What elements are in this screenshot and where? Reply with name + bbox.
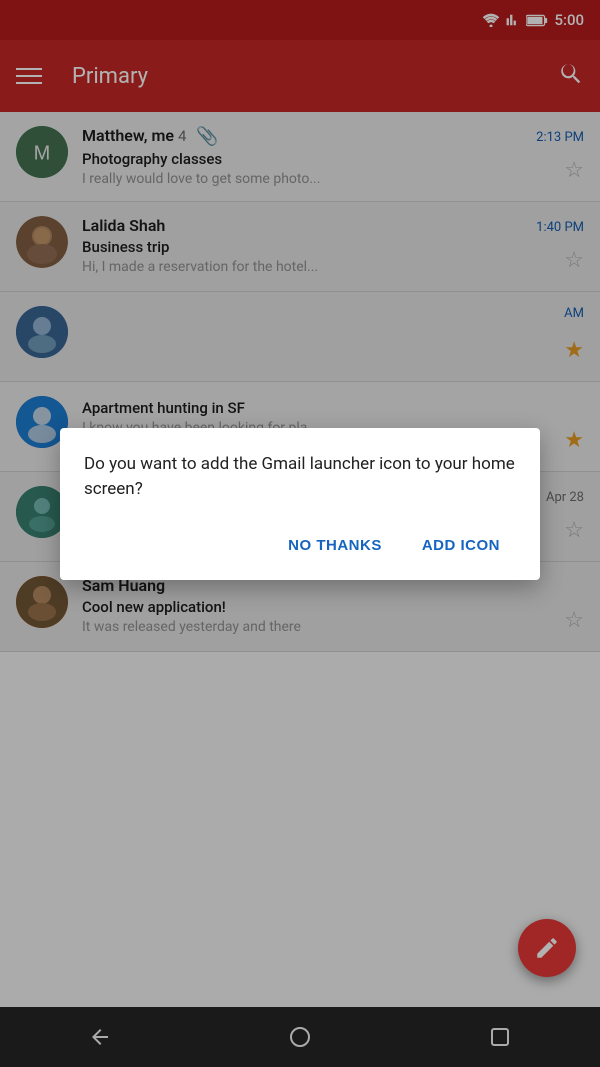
add-icon-button[interactable]: ADD ICON bbox=[406, 527, 516, 564]
nav-bar bbox=[0, 1007, 600, 1067]
dialog-message: Do you want to add the Gmail launcher ic… bbox=[84, 452, 516, 503]
dialog-actions: NO THANKS ADD ICON bbox=[84, 527, 516, 564]
home-button[interactable] bbox=[270, 1007, 330, 1067]
back-button[interactable] bbox=[70, 1007, 130, 1067]
recents-button[interactable] bbox=[470, 1007, 530, 1067]
dialog-overlay: Do you want to add the Gmail launcher ic… bbox=[0, 0, 600, 1007]
no-thanks-button[interactable]: NO THANKS bbox=[272, 527, 398, 564]
dialog: Do you want to add the Gmail launcher ic… bbox=[60, 428, 540, 580]
